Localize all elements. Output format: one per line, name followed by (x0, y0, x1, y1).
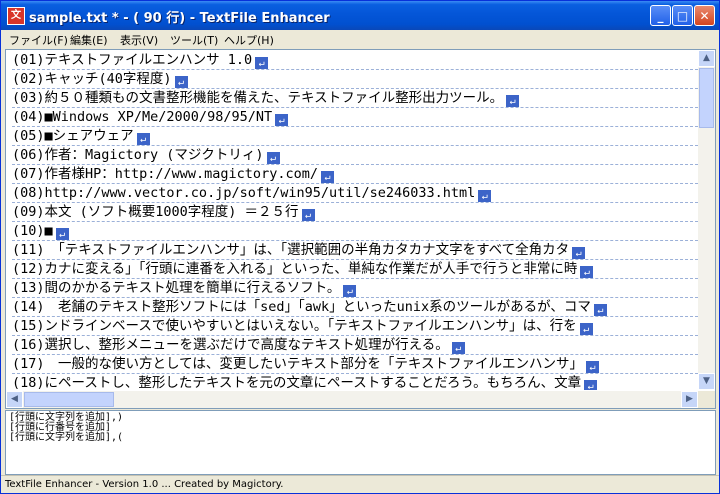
editor-line[interactable]: (05)■シェアウェア ↵ (12, 127, 698, 146)
editor-line[interactable]: (14) 老舗のテキスト整形ソフトには「sed」「awk」といったunix系のツ… (12, 298, 698, 317)
editor-line[interactable]: (17) 一般的な使い方としては、変更したいテキスト部分を「テキストファイルエン… (12, 355, 698, 374)
title-bar[interactable]: 文 sample.txt * - ( 90 行) - TextFile Enha… (1, 1, 719, 30)
line-end-icon: ↵ (136, 133, 150, 145)
scroll-down-icon[interactable]: ▼ (698, 373, 715, 390)
menu-bar: ファイル(F) 編集(E) 表示(V) ツール(T) ヘルプ(H) (1, 30, 719, 48)
editor-line[interactable]: (02)キャッチ(40字程度) ↵ (12, 70, 698, 89)
line-text: (01)テキストファイルエンハンサ 1.0 (12, 52, 253, 68)
scroll-left-icon[interactable]: ◀ (6, 391, 23, 408)
editor-line[interactable]: (16)選択し、整形メニューを選ぶだけで高度なテキスト処理が行える。 ↵ (12, 336, 698, 355)
line-text: (09)本文 (ソフト概要1000字程度) ＝２５行 (12, 204, 299, 220)
editor-line[interactable]: (10)■ ↵ (12, 222, 698, 241)
line-text: (18)にペーストし、整形したテキストを元の文章にペーストすることだろう。もちろ… (12, 375, 582, 390)
editor-line[interactable]: (15)ンドラインベースで使いやすいとはいえない。「テキストファイルエンハンサ」… (12, 317, 698, 336)
scroll-corner (698, 391, 715, 408)
horizontal-scrollbar[interactable]: ◀ ▶ (6, 391, 698, 408)
line-text: (03)約５０種類もの文書整形機能を備えた、テキストファイル整形出力ツール。 (12, 90, 504, 106)
line-text: (08)http://www.vector.co.jp/soft/win95/u… (12, 185, 476, 201)
editor-line[interactable]: (13)間のかかるテキスト処理を簡単に行えるソフト。 ↵ (12, 279, 698, 298)
app-icon[interactable]: 文 (7, 7, 25, 25)
line-end-icon: ↵ (301, 209, 315, 221)
scroll-up-icon[interactable]: ▲ (698, 50, 715, 67)
line-end-icon: ↵ (586, 361, 600, 373)
line-text: (04)■Windows XP/Me/2000/98/95/NT (12, 109, 273, 125)
editor-line[interactable]: (03)約５０種類もの文書整形機能を備えた、テキストファイル整形出力ツール。 ↵ (12, 89, 698, 108)
line-end-icon: ↵ (320, 171, 334, 183)
line-end-icon: ↵ (451, 342, 465, 354)
vertical-scroll-thumb[interactable] (699, 68, 714, 128)
menu-file[interactable]: ファイル(F) (9, 32, 68, 48)
line-end-icon: ↵ (584, 380, 598, 390)
window-title: sample.txt * - ( 90 行) - TextFile Enhanc… (29, 11, 330, 26)
line-text: (14) 老舗のテキスト整形ソフトには「sed」「awk」といったunix系のツ… (12, 299, 591, 315)
maximize-button[interactable]: □ (672, 5, 693, 26)
line-end-icon: ↵ (593, 304, 607, 316)
line-text: (06)作者：Magictory (マジクトリィ) (12, 147, 264, 163)
editor-line[interactable]: (06)作者：Magictory (マジクトリィ) ↵ (12, 146, 698, 165)
line-end-icon: ↵ (580, 266, 594, 278)
editor-line[interactable]: (04)■Windows XP/Me/2000/98/95/NT ↵ (12, 108, 698, 127)
status-bar: TextFile Enhancer - Version 1.0 ... Crea… (1, 475, 719, 493)
line-text: (17) 一般的な使い方としては、変更したいテキスト部分を「テキストファイルエン… (12, 356, 584, 372)
menu-help[interactable]: ヘルプ(H) (224, 32, 274, 48)
line-text: (10)■ (12, 223, 53, 239)
line-end-icon: ↵ (55, 228, 69, 240)
editor-line[interactable]: (12)カナに変える」「行頭に連番を入れる」といった、単純な作業だが人手で行うと… (12, 260, 698, 279)
line-text: (13)間のかかるテキスト処理を簡単に行えるソフト。 (12, 280, 341, 296)
line-text: (12)カナに変える」「行頭に連番を入れる」といった、単純な作業だが人手で行うと… (12, 261, 578, 277)
line-end-icon: ↵ (174, 76, 188, 88)
editor-line[interactable]: (07)作者様HP：http://www.magictory.com/↵ (12, 165, 698, 184)
log-line: [行頭に文字列を追加],( (9, 432, 124, 443)
minimize-button[interactable]: _ (650, 5, 671, 26)
log-pane[interactable]: [行頭に文字列を追加],) [行頭に行番号を追加] [行頭に文字列を追加],( (5, 410, 716, 475)
editor-line[interactable]: (08)http://www.vector.co.jp/soft/win95/u… (12, 184, 698, 203)
line-end-icon: ↵ (572, 247, 586, 259)
editor-line[interactable]: (18)にペーストし、整形したテキストを元の文章にペーストすることだろう。もちろ… (12, 374, 698, 390)
editor-lines[interactable]: (01)テキストファイルエンハンサ 1.0 ↵ (02)キャッチ(40字程度) ↵ … (6, 50, 698, 390)
menu-tools[interactable]: ツール(T) (170, 32, 218, 48)
line-text: (15)ンドラインベースで使いやすいとはいえない。「テキストファイルエンハンサ」… (12, 318, 577, 334)
line-text: (02)キャッチ(40字程度) (12, 71, 172, 87)
line-end-icon: ↵ (255, 57, 269, 69)
line-text: (05)■シェアウェア (12, 128, 134, 144)
editor-line[interactable]: (01)テキストファイルエンハンサ 1.0 ↵ (12, 51, 698, 70)
menu-edit[interactable]: 編集(E) (70, 32, 108, 48)
line-end-icon: ↵ (266, 152, 280, 164)
line-text: (16)選択し、整形メニューを選ぶだけで高度なテキスト処理が行える。 (12, 337, 449, 353)
app-window: 文 sample.txt * - ( 90 行) - TextFile Enha… (0, 0, 720, 494)
line-end-icon: ↵ (506, 95, 520, 107)
line-text: (07)作者様HP：http://www.magictory.com/ (12, 166, 318, 182)
close-button[interactable]: ✕ (694, 5, 715, 26)
line-text: (11) 「テキストファイルエンハンサ」は、「選択範囲の半角カタカナ文字をすべて… (12, 242, 570, 258)
horizontal-scroll-thumb[interactable] (24, 392, 114, 407)
line-end-icon: ↵ (343, 285, 357, 297)
editor-line[interactable]: (09)本文 (ソフト概要1000字程度) ＝２５行 ↵ (12, 203, 698, 222)
scroll-right-icon[interactable]: ▶ (681, 391, 698, 408)
line-end-icon: ↵ (579, 323, 593, 335)
menu-view[interactable]: 表示(V) (120, 32, 158, 48)
text-editor[interactable]: (01)テキストファイルエンハンサ 1.0 ↵ (02)キャッチ(40字程度) ↵ … (5, 49, 716, 409)
status-text: TextFile Enhancer - Version 1.0 ... Crea… (5, 479, 284, 490)
editor-line[interactable]: (11) 「テキストファイルエンハンサ」は、「選択範囲の半角カタカナ文字をすべて… (12, 241, 698, 260)
line-end-icon: ↵ (275, 114, 289, 126)
vertical-scrollbar[interactable]: ▲ ▼ (698, 50, 715, 390)
line-end-icon: ↵ (478, 190, 492, 202)
log-line: [行頭に文字列を追加],) (9, 412, 124, 423)
